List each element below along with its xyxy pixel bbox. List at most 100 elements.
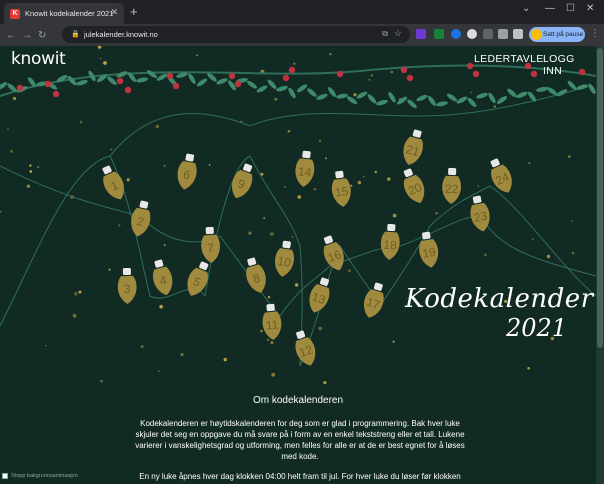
- garland-leaf: [396, 96, 408, 105]
- star-dot: [270, 232, 274, 237]
- calendar-door-bulb[interactable]: 21: [400, 128, 427, 168]
- about-paragraph-2: En ny luke åpnes hver dag klokken 04:00 …: [139, 472, 461, 481]
- bulb-socket: [387, 223, 396, 232]
- calendar-door-bulb[interactable]: 16: [318, 233, 348, 273]
- star-dot: [110, 148, 112, 151]
- nav-login-link[interactable]: LOGG INN: [543, 53, 596, 77]
- browser-toolbar: ← → ↻ 🔒 julekalender.knowit.no ⧉ ☆ Satt …: [0, 24, 604, 46]
- garland-leaf: [536, 86, 548, 92]
- bulb-socket: [154, 259, 164, 268]
- close-window-icon[interactable]: ✕: [586, 3, 594, 14]
- calendar-door-bulb[interactable]: 2: [128, 199, 154, 238]
- garland-leaf: [496, 96, 508, 104]
- holly-berry: [400, 66, 408, 74]
- garland-leaf: [76, 79, 88, 86]
- star-dot: [329, 53, 332, 56]
- stop-animation-checkbox[interactable]: [2, 473, 8, 479]
- garland-leaf: [107, 76, 117, 85]
- garland-leaf: [388, 91, 396, 103]
- calendar-door-bulb[interactable]: 15: [330, 170, 353, 208]
- calendar-door-bulb[interactable]: 5: [182, 259, 213, 299]
- nav-leaderboard-link[interactable]: LEDERTAVLE: [474, 53, 544, 65]
- holly-berry: [172, 82, 180, 90]
- calendar-door-bulb[interactable]: 11: [261, 303, 283, 340]
- scrollbar-thumb[interactable]: [597, 48, 603, 348]
- profile-pause-button[interactable]: Satt på pause: [529, 27, 585, 42]
- extension-s-icon[interactable]: [434, 29, 444, 39]
- calendar-door-bulb[interactable]: 1: [97, 163, 129, 204]
- garland-leaf: [376, 99, 388, 106]
- extension-grid-icon[interactable]: [498, 29, 508, 39]
- hero-title: Kodekalender: [405, 284, 594, 314]
- holly-berry: [124, 86, 132, 94]
- bulb-socket: [205, 226, 214, 235]
- star-dot: [267, 296, 271, 299]
- calendar-door-bulb[interactable]: 8: [242, 256, 270, 296]
- star-dot: [180, 353, 184, 357]
- calendar-door-bulb[interactable]: 14: [294, 150, 316, 188]
- holly-berry: [336, 70, 344, 78]
- bookmark-star-icon[interactable]: ☆: [394, 28, 402, 39]
- reload-icon[interactable]: ↻: [38, 30, 46, 41]
- knowit-logo[interactable]: knowit: [11, 49, 66, 69]
- calendar-door-bulb[interactable]: 3: [117, 267, 137, 304]
- bulb-socket: [247, 257, 257, 266]
- star-dot: [470, 91, 473, 94]
- calendar-door-bulb[interactable]: 9: [227, 161, 257, 201]
- install-icon[interactable]: ⧉: [382, 29, 388, 39]
- star-dot: [293, 62, 296, 65]
- new-tab-icon[interactable]: +: [130, 4, 138, 19]
- calendar-door-bulb[interactable]: 19: [416, 231, 440, 269]
- star-dot: [26, 184, 30, 188]
- star-dot: [284, 186, 286, 188]
- maximize-icon[interactable]: ☐: [566, 3, 575, 14]
- extension-globe-icon[interactable]: [451, 29, 461, 39]
- star-dot: [318, 326, 322, 331]
- calendar-door-bulb[interactable]: 13: [305, 275, 334, 315]
- browser-tab[interactable]: K Knowit kodekalender 2021 ✕: [4, 3, 124, 24]
- star-dot: [484, 253, 487, 257]
- extension-dark-icon[interactable]: [483, 29, 493, 39]
- star-dot: [297, 195, 302, 199]
- lock-icon: 🔒: [71, 31, 80, 38]
- star-dot: [0, 210, 2, 213]
- garland-leaf: [156, 73, 168, 81]
- browser-tab-strip: K Knowit kodekalender 2021 ✕ + ⌄ — ☐ ✕: [0, 0, 604, 24]
- star-dot: [392, 213, 397, 218]
- star-dot: [323, 381, 327, 385]
- extension-circle-icon[interactable]: [467, 29, 477, 39]
- star-dot: [270, 341, 274, 345]
- address-bar[interactable]: 🔒 julekalender.knowit.no ⧉ ☆: [62, 26, 410, 43]
- calendar-door-bulb[interactable]: 6: [175, 152, 200, 191]
- tab-search-icon[interactable]: ⌄: [522, 3, 530, 14]
- back-icon[interactable]: ←: [6, 30, 16, 41]
- calendar-door-bulb[interactable]: 4: [149, 258, 176, 297]
- extension-icon[interactable]: [416, 29, 426, 39]
- star-dot: [318, 139, 322, 143]
- calendar-door-bulb[interactable]: 10: [273, 240, 297, 278]
- calendar-door-bulb[interactable]: 20: [398, 166, 429, 206]
- bulb-socket: [296, 330, 306, 339]
- star-dot: [103, 61, 107, 65]
- extensions-puzzle-icon[interactable]: [513, 29, 523, 39]
- menu-kebab-icon[interactable]: ⋮: [590, 28, 600, 39]
- close-tab-icon[interactable]: ✕: [110, 7, 118, 18]
- calendar-door-bulb[interactable]: 18: [380, 223, 401, 260]
- bulb-socket: [422, 231, 431, 240]
- calendar-door-bulb[interactable]: 12: [291, 328, 320, 368]
- minimize-icon[interactable]: —: [545, 3, 555, 14]
- star-dot: [313, 188, 316, 191]
- star-dot: [72, 313, 77, 318]
- about-heading: Om kodekalenderen: [252, 395, 344, 406]
- forward-icon[interactable]: →: [22, 30, 32, 41]
- stop-animation-toggle[interactable]: Stopp bakgrunnsanimasjon: [2, 473, 78, 479]
- star-dot: [79, 120, 83, 124]
- holly-berry: [52, 90, 60, 98]
- garland-leaf: [0, 82, 8, 90]
- star-dot: [37, 165, 40, 168]
- door-number: 10: [277, 254, 292, 270]
- garland-leaf: [507, 88, 517, 98]
- pause-label: Satt på pause: [543, 31, 584, 38]
- calendar-door-bulb[interactable]: 22: [442, 167, 462, 205]
- calendar-door-bulb[interactable]: 24: [485, 156, 517, 197]
